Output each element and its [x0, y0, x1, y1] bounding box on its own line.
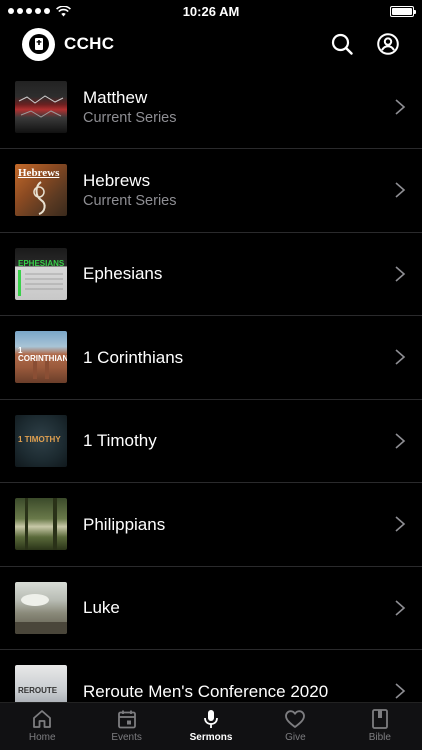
series-text: Philippians [83, 514, 394, 535]
app-title: CCHC [64, 34, 115, 53]
series-title: Reroute Men's Conference 2020 [83, 681, 329, 701]
series-text: Hebrews Current Series [83, 170, 394, 211]
series-title: Philippians [83, 514, 166, 534]
series-text: Reroute Men's Conference 2020 [83, 681, 394, 702]
series-text: Ephesians [83, 263, 394, 284]
series-row-luke[interactable]: Luke [0, 567, 422, 650]
chevron-right-icon [395, 516, 406, 532]
tab-sermons[interactable]: Sermons [169, 703, 253, 750]
series-thumbnail: 1 CORINTHIANS [15, 331, 67, 384]
chevron-right-icon [395, 266, 406, 282]
tab-events[interactable]: Events [84, 703, 168, 750]
series-text: Matthew Current Series [83, 87, 394, 128]
series-thumbnail-text: REROUTE [18, 686, 58, 696]
chevron-right-icon [395, 99, 406, 115]
series-row-matthew[interactable]: Matthew Current Series [0, 66, 422, 149]
series-title: 1 Corinthians [83, 347, 184, 367]
tab-give[interactable]: Give [253, 703, 337, 750]
series-title: Matthew [83, 87, 148, 107]
series-row-1-timothy[interactable]: 1 TIMOTHY 1 Timothy [0, 400, 422, 483]
chevron-right-icon [395, 683, 406, 699]
tab-label: Sermons [189, 732, 233, 743]
series-text: 1 Corinthians [83, 347, 394, 368]
tab-label: Give [285, 732, 306, 743]
series-thumbnail: Hebrews [15, 164, 67, 217]
series-subtitle: Current Series [83, 192, 177, 209]
top-bar: CCHC [0, 22, 422, 66]
wifi-icon [56, 5, 71, 16]
chevron-right-icon [395, 349, 406, 365]
series-subtitle: Current Series [83, 109, 177, 126]
microphone-icon [204, 710, 218, 728]
church-logo-icon[interactable] [22, 27, 55, 61]
tab-label: Bible [368, 732, 391, 743]
series-thumbnail [15, 81, 67, 133]
series-title: Hebrews [83, 170, 151, 190]
book-icon [371, 709, 388, 729]
heart-icon [285, 710, 306, 728]
series-row-hebrews[interactable]: Hebrews Hebrews Current Series [0, 149, 422, 233]
battery-icon [390, 5, 416, 17]
tab-bible[interactable]: Bible [338, 703, 422, 750]
chevron-right-icon [395, 600, 406, 616]
series-thumbnail [15, 581, 67, 634]
signal-icon [8, 8, 50, 14]
series-text: Luke [83, 597, 394, 618]
calendar-icon [117, 710, 136, 729]
chevron-right-icon [395, 433, 406, 449]
account-icon [377, 33, 399, 55]
search-icon [331, 33, 353, 55]
chevron-right-icon [395, 182, 406, 198]
status-left [8, 5, 71, 17]
search-button[interactable] [330, 32, 354, 56]
series-thumbnail: EPHESIANS [15, 247, 67, 300]
tab-label: Events [111, 732, 142, 743]
series-row-1-corinthians[interactable]: 1 CORINTHIANS 1 Corinthians [0, 316, 422, 400]
series-thumbnail [15, 498, 67, 551]
series-text: 1 Timothy [83, 430, 394, 451]
series-row-philippians[interactable]: Philippians [0, 483, 422, 567]
series-row-ephesians[interactable]: EPHESIANS Ephesians [0, 233, 422, 316]
series-list: Matthew Current Series Hebrews Hebrews C… [0, 66, 422, 704]
tab-home[interactable]: Home [0, 703, 84, 750]
profile-button[interactable] [376, 32, 400, 56]
series-thumbnail: REROUTE [15, 665, 67, 704]
series-thumbnail-text: 1 TIMOTHY [18, 434, 61, 444]
series-title: Ephesians [83, 264, 163, 284]
series-thumbnail: 1 TIMOTHY [15, 414, 67, 467]
home-icon [33, 710, 52, 728]
series-row-reroute[interactable]: REROUTE Reroute Men's Conference 2020 [0, 650, 422, 704]
top-bar-actions [330, 32, 400, 56]
tab-label: Home [28, 732, 56, 743]
status-bar: 10:26 AM [0, 0, 422, 22]
tab-bar: Home Events Sermons Give Bible [0, 702, 422, 750]
series-title: Luke [83, 598, 120, 618]
series-title: 1 Timothy [83, 431, 157, 451]
